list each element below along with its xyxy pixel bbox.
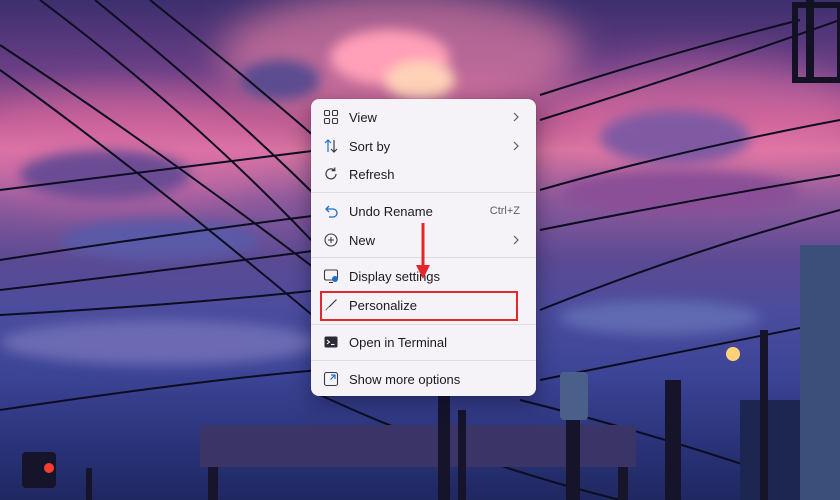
menu-separator <box>311 192 536 193</box>
menu-item-label: New <box>349 232 376 248</box>
expand-icon <box>323 371 339 387</box>
menu-item-undo-rename[interactable]: Undo Rename Ctrl+Z <box>315 197 532 225</box>
menu-item-label: Open in Terminal <box>349 334 448 350</box>
chevron-right-icon <box>513 112 519 122</box>
menu-item-show-more-options[interactable]: Show more options <box>315 365 532 393</box>
menu-separator <box>311 324 536 325</box>
display-icon <box>323 268 339 284</box>
chevron-right-icon <box>513 235 519 245</box>
undo-icon <box>323 203 339 219</box>
keyboard-shortcut: Ctrl+Z <box>489 205 520 217</box>
menu-separator <box>311 360 536 361</box>
annotation-arrow-icon <box>416 223 430 279</box>
menu-item-label: Refresh <box>349 166 395 182</box>
sort-icon <box>323 138 339 154</box>
menu-item-view[interactable]: View <box>315 103 532 131</box>
menu-item-refresh[interactable]: Refresh <box>315 160 532 188</box>
menu-item-label: Show more options <box>349 371 461 387</box>
chevron-right-icon <box>513 141 519 151</box>
menu-item-label: Sort by <box>349 138 391 154</box>
grid-icon <box>323 109 339 125</box>
refresh-icon <box>323 166 339 182</box>
menu-item-sort-by[interactable]: Sort by <box>315 132 532 160</box>
menu-item-open-in-terminal[interactable]: Open in Terminal <box>315 328 532 356</box>
menu-item-label: View <box>349 109 377 125</box>
terminal-icon <box>323 334 339 350</box>
annotation-highlight-box <box>320 291 518 321</box>
menu-item-label: Undo Rename <box>349 203 433 219</box>
plus-circle-icon <box>323 232 339 248</box>
